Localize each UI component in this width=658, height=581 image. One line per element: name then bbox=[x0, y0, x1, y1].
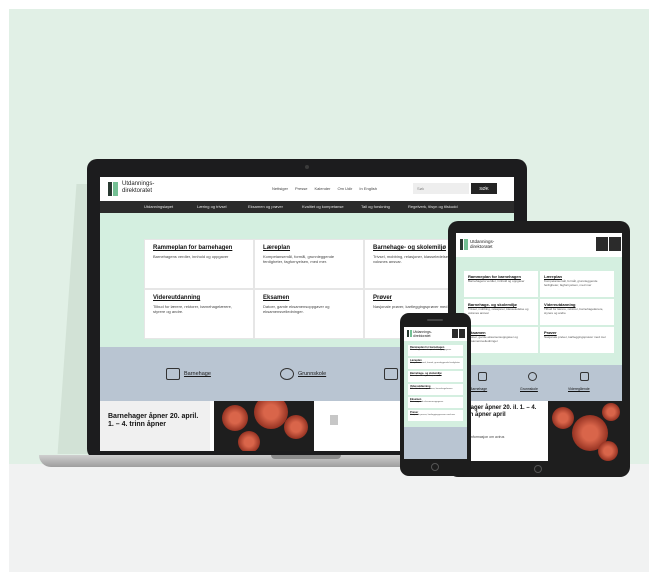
card-desc: Barnehagens verdier, innhold og oppgaver bbox=[410, 349, 452, 351]
search-button[interactable] bbox=[452, 329, 458, 338]
card-laereplan[interactable]: Læreplan Kompetansemål, formål, grunnlegg… bbox=[540, 271, 614, 297]
top-link-kalender[interactable]: Kalender bbox=[314, 186, 330, 191]
news-card[interactable]: Barnehager åpner 20. april. 1. – 4. trin… bbox=[100, 401, 210, 451]
card-eksamen[interactable]: Eksamen Datoer, gamle eksamensoppgaver bbox=[408, 397, 463, 408]
top-link-presse[interactable]: Presse bbox=[295, 186, 307, 191]
nav-item-laering[interactable]: Læring og trivsel bbox=[197, 204, 227, 209]
news-subtitle[interactable]: sjonal informasjon om avirus bbox=[460, 435, 540, 439]
card-desc: Trivsel, mobbing, relasjoner bbox=[410, 375, 437, 377]
card-desc: Datoer, gamle eksamensoppgaver og eksame… bbox=[468, 335, 518, 343]
card-videreutdanning[interactable]: Videreutdanning Tilbud for lærere, rekto… bbox=[144, 289, 254, 339]
home-button[interactable] bbox=[534, 465, 542, 473]
stage-barnehage[interactable]: Barnehage bbox=[470, 387, 487, 391]
stage-grunnskole[interactable]: Grunnskole bbox=[520, 387, 538, 391]
highschool-icon[interactable] bbox=[580, 372, 589, 381]
main-nav: Utdanningsløpet Læring og trivsel Eksame… bbox=[100, 201, 514, 213]
tablet-stages: Barnehage Grunnskole Videregående bbox=[456, 365, 622, 401]
menu-button[interactable] bbox=[609, 237, 621, 251]
stage-videregaende[interactable]: Videregående bbox=[568, 387, 590, 391]
card-desc: Tilbud for lærere, rektorer, barnehagelæ… bbox=[410, 388, 453, 390]
card-videreutdanning[interactable]: Videreutdanning Tilbud for lærere, rektor… bbox=[540, 299, 614, 325]
card-desc: Nasjonale prøver, kartleggingsprøver med… bbox=[544, 335, 606, 339]
nav-item-utdanningslopet[interactable]: Utdanningsløpet bbox=[144, 204, 173, 209]
brand-name[interactable]: Utdannings- direktoratet bbox=[122, 181, 162, 195]
card-rammeplan[interactable]: Rammeplan for barnehagen Barnehagens verd… bbox=[408, 345, 463, 356]
stage-grunnskole[interactable]: Grunnskole bbox=[298, 371, 326, 377]
card-desc: Barnehagens verdier, innhold og oppgaver bbox=[153, 254, 229, 259]
phone: Utdannings- direktoratet Rammeplan for b… bbox=[400, 313, 471, 476]
card-desc: Barnehagens verdier, innhold og oppgaver bbox=[468, 279, 525, 283]
top-link-english[interactable]: In English bbox=[359, 186, 377, 191]
search-button[interactable] bbox=[596, 237, 608, 251]
card-eksamen[interactable]: Eksamen Datoer, gamle eksamensoppgaver og… bbox=[464, 327, 538, 353]
card-title: Videreutdanning bbox=[153, 295, 201, 301]
card-rammeplan[interactable]: Rammeplan for barnehagen Barnehagens ver… bbox=[144, 239, 254, 289]
card-desc: Datoer, gamle eksamensoppgaver og eksame… bbox=[263, 304, 330, 314]
udir-logo-icon[interactable] bbox=[407, 330, 412, 337]
menu-button[interactable] bbox=[459, 329, 465, 338]
nav-item-regelverk[interactable]: Regelverk, tilsyn og tilskudd bbox=[408, 204, 458, 209]
nav-item-eksamen[interactable]: Eksamen og prøver bbox=[248, 204, 283, 209]
card-title: Rammeplan for barnehagen bbox=[153, 245, 233, 251]
document-icon bbox=[330, 415, 338, 425]
coronavirus-image bbox=[548, 401, 622, 461]
laptop-notch bbox=[271, 455, 341, 459]
card-desc: Kompetansemål, formål, grunnleggende fer… bbox=[410, 362, 460, 364]
phone-screen: Utdannings- direktoratet Rammeplan for b… bbox=[404, 327, 467, 459]
udir-logo-icon[interactable] bbox=[108, 182, 118, 196]
speaker bbox=[427, 319, 443, 321]
search-button[interactable]: SØK bbox=[471, 183, 497, 194]
phone-body: Rammeplan for barnehagen Barnehagens verd… bbox=[404, 341, 467, 459]
card-desc: Tilbud for lærere, rektorer, barnehagelæ… bbox=[544, 307, 604, 315]
card-laereplan[interactable]: Læreplan Kompetansemål, formål, grunnleg… bbox=[254, 239, 364, 289]
card-title: Eksamen bbox=[263, 295, 290, 301]
school-icon[interactable] bbox=[280, 368, 294, 380]
tablet: Utdannings- direktoratet Rammeplan for b… bbox=[448, 221, 630, 477]
card-miljo[interactable]: Barnehage- og skolemiljø Trivsel, mobbing… bbox=[464, 299, 538, 325]
card-title: Læreplan bbox=[263, 245, 291, 251]
card-desc: Nasjonale prøver, kartleggingsprøver med… bbox=[410, 414, 456, 416]
card-desc: Kompetansemål, formål, grunnleggende fer… bbox=[263, 254, 335, 264]
nav-item-kvalitet[interactable]: Kvalitet og kompetanse bbox=[302, 204, 344, 209]
tablet-screen: Utdannings- direktoratet Rammeplan for b… bbox=[456, 233, 622, 461]
coronavirus-image bbox=[214, 401, 314, 451]
brand-name[interactable]: Utdannings- direktoratet bbox=[470, 239, 494, 249]
phone-stages bbox=[404, 427, 467, 459]
search-input[interactable]: Søk bbox=[413, 183, 469, 194]
highschool-icon[interactable] bbox=[384, 368, 398, 380]
mockup-scene: Utdannings- direktoratet Nettsiger Presse… bbox=[9, 9, 649, 572]
top-link-nettsiger[interactable]: Nettsiger bbox=[272, 186, 288, 191]
card-desc: Trivsel, mobbing, relasjoner, klasselede… bbox=[468, 307, 529, 315]
site-header: Utdannings- direktoratet Nettsiger Presse… bbox=[100, 177, 514, 201]
card-rammeplan[interactable]: Rammeplan for barnehagen Barnehagens verd… bbox=[464, 271, 538, 297]
card-miljo[interactable]: Barnehage- og skolemiljø Trivsel, mobbing… bbox=[408, 371, 463, 382]
home-button[interactable] bbox=[431, 463, 439, 471]
camera bbox=[305, 165, 309, 169]
kindergarten-icon[interactable] bbox=[166, 368, 180, 380]
phone-header: Utdannings- direktoratet bbox=[404, 327, 467, 341]
card-eksamen[interactable]: Eksamen Datoer, gamle eksamensoppgaver o… bbox=[254, 289, 364, 339]
top-link-om-udir[interactable]: Om Udir bbox=[337, 186, 352, 191]
kindergarten-icon[interactable] bbox=[478, 372, 487, 381]
card-laereplan[interactable]: Læreplan Kompetansemål, formål, grunnlegg… bbox=[408, 358, 463, 369]
brand-name[interactable]: Utdannings- direktoratet bbox=[413, 330, 432, 338]
card-prover[interactable]: Prøver Nasjonale prøver, kartleggingsprøv… bbox=[408, 410, 463, 421]
card-videreutdanning[interactable]: Videreutdanning Tilbud for lærere, rektor… bbox=[408, 384, 463, 395]
tablet-hero: Rammeplan for barnehagen Barnehagens verd… bbox=[456, 257, 622, 365]
school-icon[interactable] bbox=[528, 372, 537, 381]
tablet-news: nehager åpner 20. il. 1. – 4. trinn åpne… bbox=[456, 401, 622, 461]
udir-logo-icon[interactable] bbox=[460, 239, 468, 250]
card-desc: Datoer, gamle eksamensoppgaver bbox=[410, 401, 444, 403]
nav-item-tall[interactable]: Tall og forskning bbox=[361, 204, 390, 209]
news-title[interactable]: nehager åpner 20. il. 1. – 4. trinn åpne… bbox=[460, 405, 546, 419]
tablet-header: Utdannings- direktoratet bbox=[456, 233, 622, 257]
stage-barnehage[interactable]: Barnehage bbox=[184, 371, 211, 377]
card-desc: Tilbud for lærere, rektorer, barnehagelæ… bbox=[153, 304, 232, 314]
card-desc: Kompetansemål, formål, grunnleggende fer… bbox=[544, 279, 598, 287]
card-prover[interactable]: Prøver Nasjonale prøver, kartleggingsprøv… bbox=[540, 327, 614, 353]
top-links: Nettsiger Presse Kalender Om Udir In English bbox=[272, 186, 384, 191]
news-title: Barnehager åpner 20. april. 1. – 4. trin… bbox=[108, 413, 199, 428]
floor bbox=[9, 464, 649, 572]
